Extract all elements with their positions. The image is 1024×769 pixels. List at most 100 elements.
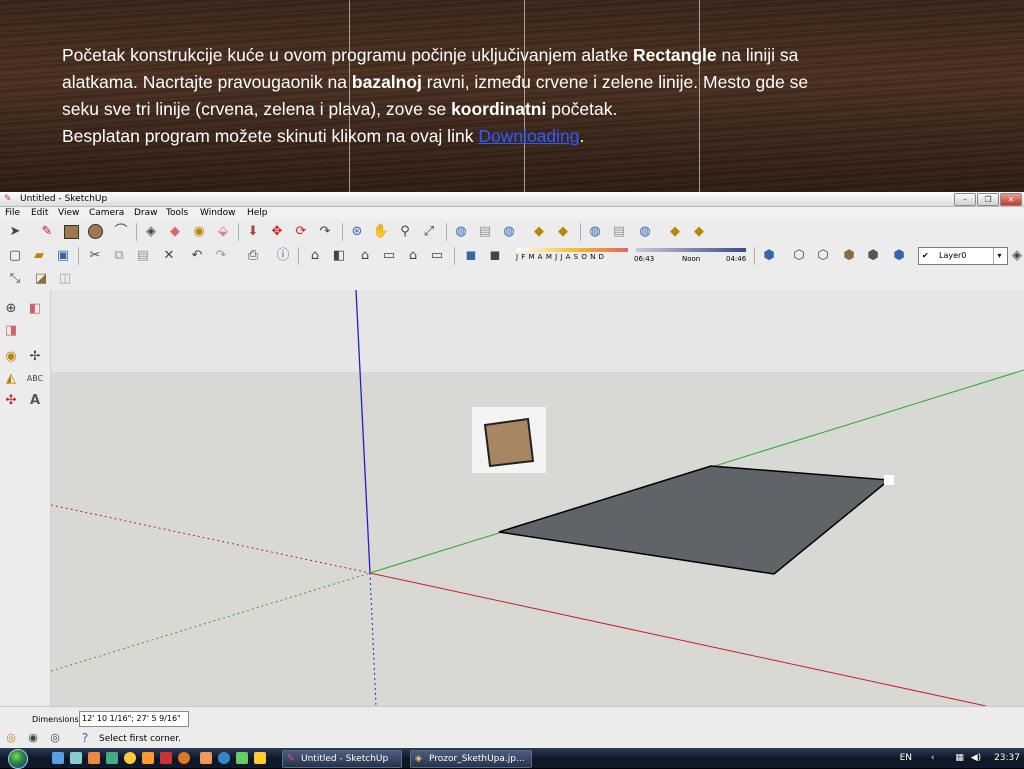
open-folder-icon[interactable]: ▰ — [30, 247, 48, 265]
help-icon[interactable]: ? — [76, 729, 94, 747]
arc-tool-icon[interactable]: ⌒ — [112, 223, 130, 241]
rectangle-face[interactable] — [498, 465, 891, 575]
menu-tools[interactable]: Tools — [166, 206, 188, 220]
top-view-icon[interactable]: ◧ — [330, 247, 348, 265]
share-component-icon[interactable]: ◆ — [554, 223, 572, 241]
position-camera-icon[interactable]: ◨ — [2, 322, 20, 340]
model-info-icon[interactable]: ⓘ — [274, 247, 292, 265]
left-view-icon[interactable]: ▭ — [428, 247, 446, 265]
3d-text-icon[interactable]: A — [26, 392, 44, 410]
quicklaunch-media-icon[interactable] — [142, 752, 154, 764]
geo-location-icon[interactable]: ◎ — [2, 729, 20, 747]
preview-earth-icon[interactable]: ◍ — [636, 223, 654, 241]
circle-tool-icon[interactable] — [86, 223, 104, 241]
zoom-extents-icon[interactable]: ⤢ — [420, 223, 438, 241]
section-tool-icon[interactable]: ◧ — [26, 300, 44, 318]
user-icon[interactable]: ◎ — [46, 729, 64, 747]
print-icon[interactable]: ⎙ — [244, 247, 262, 265]
right-view-icon[interactable]: ▭ — [380, 247, 398, 265]
share-model-icon[interactable]: ▤ — [476, 223, 494, 241]
component-icon[interactable]: ◆ — [530, 223, 548, 241]
menu-draw[interactable]: Draw — [134, 206, 158, 220]
axes-tool-icon[interactable]: ✢ — [26, 348, 44, 366]
make-component-icon[interactable]: ◈ — [142, 223, 160, 241]
quicklaunch-app-icon[interactable] — [236, 752, 248, 764]
rotate-icon[interactable]: ⟳ — [292, 223, 310, 241]
iso-view-icon[interactable]: ⌂ — [306, 247, 324, 265]
task-sketchup[interactable]: ✎ Untitled - SketchUp — [282, 750, 402, 768]
google-earth-icon[interactable]: ◍ — [500, 223, 518, 241]
pan-icon[interactable]: ✋ — [372, 223, 390, 241]
cut-icon[interactable]: ✂ — [86, 247, 104, 265]
quicklaunch-desktop-icon[interactable] — [52, 752, 64, 764]
rectangle-tool-icon[interactable] — [62, 223, 80, 241]
quicklaunch-app-icon[interactable] — [160, 752, 172, 764]
text-tool-icon[interactable]: ABC — [26, 370, 44, 388]
redo-icon[interactable]: ↷ — [212, 247, 230, 265]
undo-icon[interactable]: ↶ — [188, 247, 206, 265]
push-pull-icon[interactable]: ⬇ — [244, 223, 262, 241]
quicklaunch-app-icon[interactable] — [124, 752, 136, 764]
zoom-icon[interactable]: ⚲ — [396, 223, 414, 241]
hidden-line-icon[interactable]: ⬡ — [814, 247, 832, 265]
front-view-icon[interactable]: ⌂ — [356, 247, 374, 265]
wireframe-icon[interactable]: ⬡ — [790, 247, 808, 265]
paste-icon[interactable]: ▤ — [134, 247, 152, 265]
quicklaunch-app-icon[interactable] — [88, 752, 100, 764]
credits-icon[interactable]: ◉ — [24, 729, 42, 747]
maximize-button[interactable]: ❐ — [977, 193, 999, 206]
drawing-viewport[interactable] — [51, 290, 1024, 706]
menu-camera[interactable]: Camera — [89, 206, 124, 220]
shadow-month-slider[interactable]: J F M A M J J A S O N D — [512, 246, 632, 266]
save-icon[interactable]: ▣ — [54, 247, 72, 265]
quicklaunch-app-icon[interactable] — [200, 752, 212, 764]
shadows-icon[interactable]: ◼ — [462, 247, 480, 265]
dimensions-field[interactable]: 12' 10 1/16"; 27' 5 9/16" — [79, 711, 189, 727]
task-image-viewer[interactable]: ◈ Prozor_SkethUpa.jp... — [410, 750, 532, 768]
terrain-icon[interactable]: ▤ — [610, 223, 628, 241]
start-button[interactable] — [2, 748, 40, 769]
menu-edit[interactable]: Edit — [31, 206, 48, 220]
orbit-icon[interactable]: ⊛ — [348, 223, 366, 241]
get-models-icon[interactable]: ◍ — [452, 223, 470, 241]
menu-view[interactable]: View — [58, 206, 79, 220]
network-icon[interactable]: ▦ — [955, 753, 964, 763]
tray-expand-icon[interactable]: ‹ — [931, 753, 935, 763]
new-file-icon[interactable]: ▢ — [6, 247, 24, 265]
menu-help[interactable]: Help — [247, 206, 268, 220]
walk-icon[interactable]: ⤡ — [6, 270, 24, 288]
delete-icon[interactable]: ✕ — [160, 247, 178, 265]
menu-window[interactable]: Window — [200, 206, 236, 220]
monochrome-icon[interactable]: ⬢ — [890, 247, 908, 265]
shadow-time-slider[interactable]: 06:43 Noon 04:46 — [634, 246, 748, 266]
warehouse-icon[interactable]: ◆ — [666, 223, 684, 241]
section-display-icon[interactable]: ◫ — [56, 270, 74, 288]
language-indicator[interactable]: EN — [900, 753, 912, 763]
copy-icon[interactable]: ⧉ — [110, 247, 128, 265]
volume-icon[interactable]: ◀) — [971, 753, 981, 763]
quicklaunch-explorer-icon[interactable] — [70, 752, 82, 764]
eraser-icon[interactable]: ◆ — [166, 223, 184, 241]
layer-manager-icon[interactable]: ◈ — [1008, 247, 1024, 265]
quicklaunch-folder-icon[interactable] — [254, 752, 266, 764]
section-plane-icon[interactable]: ◪ — [32, 270, 50, 288]
select-arrow-icon[interactable]: ➤ — [6, 223, 24, 241]
protractor-icon[interactable]: ◭ — [2, 370, 20, 388]
xray-icon[interactable]: ⬢ — [760, 247, 778, 265]
earth-location-icon[interactable]: ◍ — [586, 223, 604, 241]
close-button[interactable]: ✕ — [1000, 193, 1022, 206]
quicklaunch-app-icon[interactable] — [106, 752, 118, 764]
shadow-settings-icon[interactable]: ◼ — [486, 247, 504, 265]
back-view-icon[interactable]: ⌂ — [404, 247, 422, 265]
menu-file[interactable]: File — [5, 206, 20, 220]
pencil-line-icon[interactable]: ✎ — [38, 223, 56, 241]
shaded-textures-icon[interactable]: ⬢ — [864, 247, 882, 265]
tape-measure-icon[interactable]: ◉ — [190, 223, 208, 241]
move-icon[interactable]: ✥ — [268, 223, 286, 241]
orbit-tool-icon[interactable]: ⊕ — [2, 300, 20, 318]
download-link[interactable]: Downloading — [478, 126, 579, 146]
upload-component-icon[interactable]: ◆ — [690, 223, 708, 241]
dimension-icon[interactable]: ◉ — [2, 348, 20, 366]
layer-select[interactable]: ✔ Layer0 ▾ — [918, 247, 1008, 265]
paint-bucket-icon[interactable]: ⬙ — [214, 223, 232, 241]
